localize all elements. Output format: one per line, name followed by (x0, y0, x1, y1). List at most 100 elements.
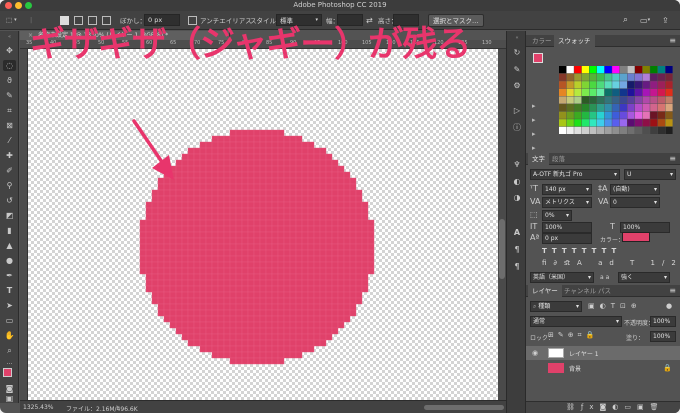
move-tool-icon[interactable]: ✥ (3, 45, 16, 56)
hand-tool-icon[interactable]: ✋ (3, 330, 16, 341)
tsume-icon: ⬚ (530, 210, 538, 219)
font-size-input[interactable]: 140 px ▾ (542, 184, 592, 195)
color-panel-menu-icon[interactable]: ≡ (669, 35, 676, 47)
tab-paragraph[interactable]: 段落 (548, 153, 569, 165)
language-select[interactable]: 英語（米国） ▾ (530, 272, 594, 283)
marquee-tool-icon[interactable]: ◌ (3, 60, 16, 71)
history-panel-icon[interactable]: ↻ (511, 47, 523, 58)
glyphs-panel-icon[interactable]: ¶ (511, 261, 523, 272)
properties-panel-icon[interactable]: ⚙ (511, 80, 523, 91)
intersect-selection-icon[interactable] (102, 15, 111, 25)
info-panel-icon[interactable]: ⓘ (511, 122, 523, 133)
tsume-input[interactable]: 0% ▾ (542, 210, 572, 221)
pen-tool-icon[interactable]: ✒ (3, 270, 16, 281)
dodge-tool-icon[interactable]: ● (3, 255, 16, 266)
gradient-tool-icon[interactable]: ▮ (3, 225, 16, 236)
frame-tool-icon[interactable]: ⊠ (3, 120, 16, 131)
font-style-select[interactable]: U ▾ (624, 169, 676, 180)
paragraph-panel-icon[interactable]: ¶ (511, 244, 523, 255)
styles-panel-icon[interactable]: ◑ (511, 192, 523, 203)
fill-input[interactable]: 100% (650, 331, 676, 342)
tracking-input[interactable]: 0 ▾ (610, 197, 660, 208)
horizontal-scale-value: 100% (623, 224, 641, 231)
style-value: 標準 (280, 17, 293, 25)
libraries-panel-icon[interactable]: ♆ (511, 159, 523, 170)
antialias-checkbox[interactable] (188, 15, 197, 25)
collapse-toolbar-icon[interactable]: « (3, 32, 16, 43)
clone-stamp-tool-icon[interactable]: ⚲ (3, 180, 16, 191)
crop-tool-icon[interactable]: ⌗ (3, 105, 16, 116)
shape-tool-icon[interactable]: ▭ (3, 315, 16, 326)
add-to-selection-icon[interactable] (74, 15, 83, 25)
eraser-tool-icon[interactable]: ◩ (3, 210, 16, 221)
swatch (657, 104, 665, 112)
vertical-scroll-thumb[interactable] (499, 219, 505, 279)
share-icon[interactable]: ⇪ (662, 13, 669, 27)
vertical-scrollbar[interactable] (498, 49, 506, 400)
actions-panel-icon[interactable]: ▷ (511, 105, 523, 116)
marquee-tool-preset-icon[interactable]: ⬚ ▾ (6, 13, 17, 27)
character-panel-icon[interactable]: A (511, 227, 523, 238)
healing-brush-tool-icon[interactable]: ✚ (3, 150, 16, 161)
layer-row[interactable]: ◉ レイヤー 1 (526, 346, 680, 360)
layers-panel-menu-icon[interactable]: ≡ (669, 285, 676, 297)
brush-panel-icon[interactable]: ✎ (511, 64, 523, 75)
document-canvas[interactable] (28, 49, 498, 400)
text-style-buttons[interactable]: TTTTTTTT (542, 247, 621, 255)
zoom-tool-icon[interactable]: ⌕ (3, 345, 16, 356)
tab-swatches[interactable]: スウォッチ (554, 35, 595, 47)
leading-input[interactable]: (自動) ▾ (610, 184, 660, 195)
swatch-grid[interactable]: ▸ ▸ ▸ ▸ (526, 48, 680, 168)
foreground-color-swatch[interactable] (3, 368, 12, 377)
swatch (657, 96, 665, 104)
lasso-tool-icon[interactable]: ϑ (3, 75, 16, 86)
tab-paths[interactable]: パス (594, 285, 615, 297)
swatch (657, 88, 665, 96)
layer-action-buttons[interactable]: ⛓ƒx◙◐▭▣🗑 (566, 403, 665, 411)
swatch (589, 119, 597, 127)
brush-tool-icon[interactable]: ✐ (3, 165, 16, 176)
baseline-shift-input[interactable]: 0 px (542, 233, 592, 244)
kerning-input[interactable]: メトリクス ▾ (542, 197, 592, 208)
swatch (559, 66, 567, 74)
tab-layers[interactable]: レイヤー (528, 285, 562, 297)
blend-mode-select[interactable]: 通常 ▾ (530, 316, 622, 327)
horizontal-scroll-thumb[interactable] (424, 405, 504, 410)
new-selection-icon[interactable] (60, 15, 69, 25)
swatch (650, 66, 658, 74)
text-color-swatch[interactable] (622, 232, 650, 242)
collapse-strip-icon[interactable]: « (511, 33, 523, 44)
layer-filter-select[interactable]: ⌕ 種類 ▾ (530, 301, 582, 312)
character-panel-menu-icon[interactable]: ≡ (669, 153, 676, 165)
type-tool-icon[interactable]: T (3, 285, 16, 296)
workspace-icon[interactable]: ▭ ▾ (640, 13, 650, 27)
swatch (589, 104, 597, 112)
visibility-eye-icon[interactable]: ◉ (532, 349, 538, 357)
history-brush-tool-icon[interactable]: ↺ (3, 195, 16, 206)
adjustments-panel-icon[interactable]: ◐ (511, 176, 523, 187)
path-selection-tool-icon[interactable]: ➤ (3, 300, 16, 311)
layer-filter-buttons[interactable]: ▣◐T⊡⊕ (588, 302, 642, 310)
opacity-input[interactable]: 100% (650, 316, 676, 327)
eyedropper-tool-icon[interactable]: ⁄ (3, 135, 16, 146)
swatch-folder-icon: ▸ (532, 144, 536, 152)
antialias-select[interactable]: 強く ▾ (618, 272, 670, 283)
font-family-select[interactable]: A-OTF 新丸ゴ Pro ▾ (530, 169, 620, 180)
color-panel-header: カラー スウォッチ ≡ (526, 35, 680, 47)
screen-mode-icon[interactable]: ▣ (3, 393, 16, 404)
search-icon[interactable]: ⌕ (623, 13, 628, 27)
layer-row[interactable]: 背景 🔒 (526, 361, 680, 375)
font-size-icon: ᵀT (530, 184, 538, 193)
lock-buttons[interactable]: ⊞✎⊕⌗🔒 (548, 331, 598, 340)
tab-character[interactable]: 文字 (528, 153, 549, 165)
blur-tool-icon[interactable]: ▲ (3, 240, 16, 251)
tab-color[interactable]: カラー (528, 35, 556, 47)
filter-toggle-icon[interactable]: ● (666, 302, 672, 310)
quick-select-tool-icon[interactable]: ✎ (3, 90, 16, 101)
tracking-icon: VA (598, 197, 609, 206)
subtract-selection-icon[interactable] (88, 15, 97, 25)
status-menu-icon[interactable]: › (116, 403, 119, 411)
opentype-buttons[interactable]: ﬁ∂ﬆA ad T 1/2 (542, 259, 680, 267)
zoom-level[interactable]: 1325.43% (23, 404, 54, 411)
vertical-scale-input[interactable]: 100% (542, 222, 592, 233)
